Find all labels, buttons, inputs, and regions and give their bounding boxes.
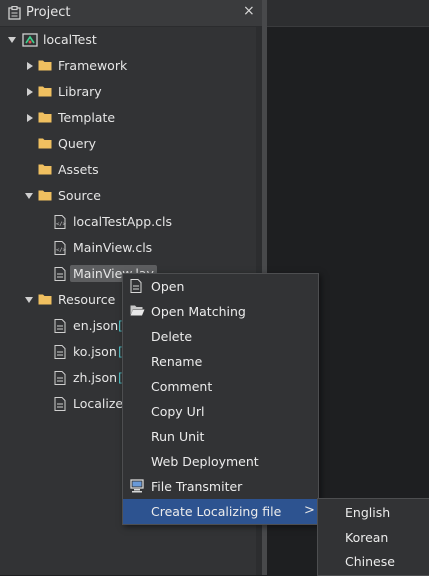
chevron-right-icon: > — [304, 503, 315, 518]
menu-item-label: Run Unit — [151, 429, 205, 444]
menu-item-label: Comment — [151, 379, 213, 394]
tree-folder[interactable]: Assets — [0, 157, 256, 183]
close-icon[interactable]: × — [243, 3, 255, 19]
expand-arrow-icon[interactable] — [27, 62, 33, 70]
file-icon — [130, 279, 142, 296]
computer-icon — [130, 479, 144, 496]
menu-item-delete[interactable]: Delete — [123, 324, 318, 349]
submenu-item-label: Korean — [345, 529, 389, 545]
collapse-arrow-icon[interactable] — [25, 193, 33, 199]
tree-label: Template — [58, 110, 116, 125]
expand-arrow-icon[interactable] — [27, 114, 33, 122]
svg-text:</>: </> — [56, 248, 66, 254]
tree-label: MainView.cls — [73, 240, 153, 255]
menu-item-copy-url[interactable]: Copy Url — [123, 399, 318, 424]
tree-label: Library — [58, 84, 102, 99]
menu-item-label: Copy Url — [151, 404, 205, 419]
tree-label: ko.json — [73, 344, 117, 359]
panel-title: Project — [26, 5, 71, 20]
tree-label: Assets — [58, 162, 99, 177]
tree-label: en.json — [73, 318, 119, 333]
folder-icon — [38, 189, 52, 204]
tree-label: Resource — [58, 292, 116, 307]
folder-open-icon — [130, 304, 145, 319]
panel-header: Project × — [0, 0, 262, 27]
menu-item-label: Delete — [151, 329, 193, 344]
file-icon — [54, 371, 66, 388]
svg-text:</>: </> — [56, 222, 66, 228]
submenu-item-label: English — [345, 505, 391, 520]
file-icon — [54, 345, 66, 362]
menu-item-open[interactable]: Open — [123, 274, 318, 299]
folder-icon — [38, 111, 52, 126]
collapse-arrow-icon[interactable] — [25, 297, 33, 303]
code-file-icon: </> — [54, 241, 67, 258]
file-icon — [54, 319, 66, 336]
menu-item-create-localizing-file[interactable]: Create Localizing file > — [123, 499, 318, 524]
tree-folder[interactable]: Query — [0, 131, 256, 157]
editor-tab-bar — [267, 0, 429, 27]
folder-icon — [38, 293, 52, 308]
menu-item-label: Open — [151, 279, 185, 294]
submenu-item-korean[interactable]: Korean — [318, 525, 429, 550]
menu-item-rename[interactable]: Rename — [123, 349, 318, 374]
tree-label: Framework — [58, 58, 128, 73]
file-icon — [54, 397, 66, 414]
project-icon — [8, 5, 21, 23]
folder-icon — [38, 85, 52, 100]
tree-file[interactable]: </> MainView.cls — [0, 235, 256, 261]
tree-label: Query — [58, 136, 96, 151]
folder-icon — [38, 163, 52, 178]
folder-icon — [38, 137, 52, 152]
code-file-icon: </> — [54, 215, 67, 232]
expand-arrow-icon[interactable] — [8, 37, 16, 43]
tree-label: localTestApp.cls — [73, 214, 172, 229]
tree-label: Source — [58, 188, 101, 203]
tree-folder[interactable]: Template — [0, 105, 256, 131]
tree-label: localTest — [43, 32, 97, 47]
menu-item-label: Web Deployment — [151, 454, 259, 469]
menu-item-label: Create Localizing file — [151, 504, 282, 519]
menu-item-label: Rename — [151, 354, 203, 369]
menu-item-label: Open Matching — [151, 304, 246, 319]
expand-arrow-icon[interactable] — [27, 88, 33, 96]
menu-item-web-deployment[interactable]: Web Deployment — [123, 449, 318, 474]
submenu-item-english[interactable]: English — [318, 500, 429, 525]
localize-submenu: English Korean Chinese — [317, 498, 429, 576]
tree-file[interactable]: </> localTestApp.cls — [0, 209, 256, 235]
context-menu: Open Open Matching Delete Rename Comment Copy… — [122, 273, 319, 525]
tree-root[interactable]: localTest — [0, 27, 256, 53]
menu-item-file-transmiter[interactable]: File Transmiter — [123, 474, 318, 499]
project-root-icon — [22, 33, 38, 50]
file-icon — [54, 267, 66, 284]
folder-icon — [38, 59, 52, 74]
menu-item-open-matching[interactable]: Open Matching — [123, 299, 318, 324]
menu-item-label: File Transmiter — [151, 479, 243, 494]
tree-folder[interactable]: Source — [0, 183, 256, 209]
tree-folder[interactable]: Library — [0, 79, 256, 105]
submenu-item-chinese[interactable]: Chinese — [318, 549, 429, 574]
menu-item-comment[interactable]: Comment — [123, 374, 318, 399]
menu-item-run-unit[interactable]: Run Unit — [123, 424, 318, 449]
submenu-item-label: Chinese — [345, 554, 395, 569]
tree-folder[interactable]: Framework — [0, 53, 256, 79]
tree-label: zh.json — [73, 370, 118, 385]
